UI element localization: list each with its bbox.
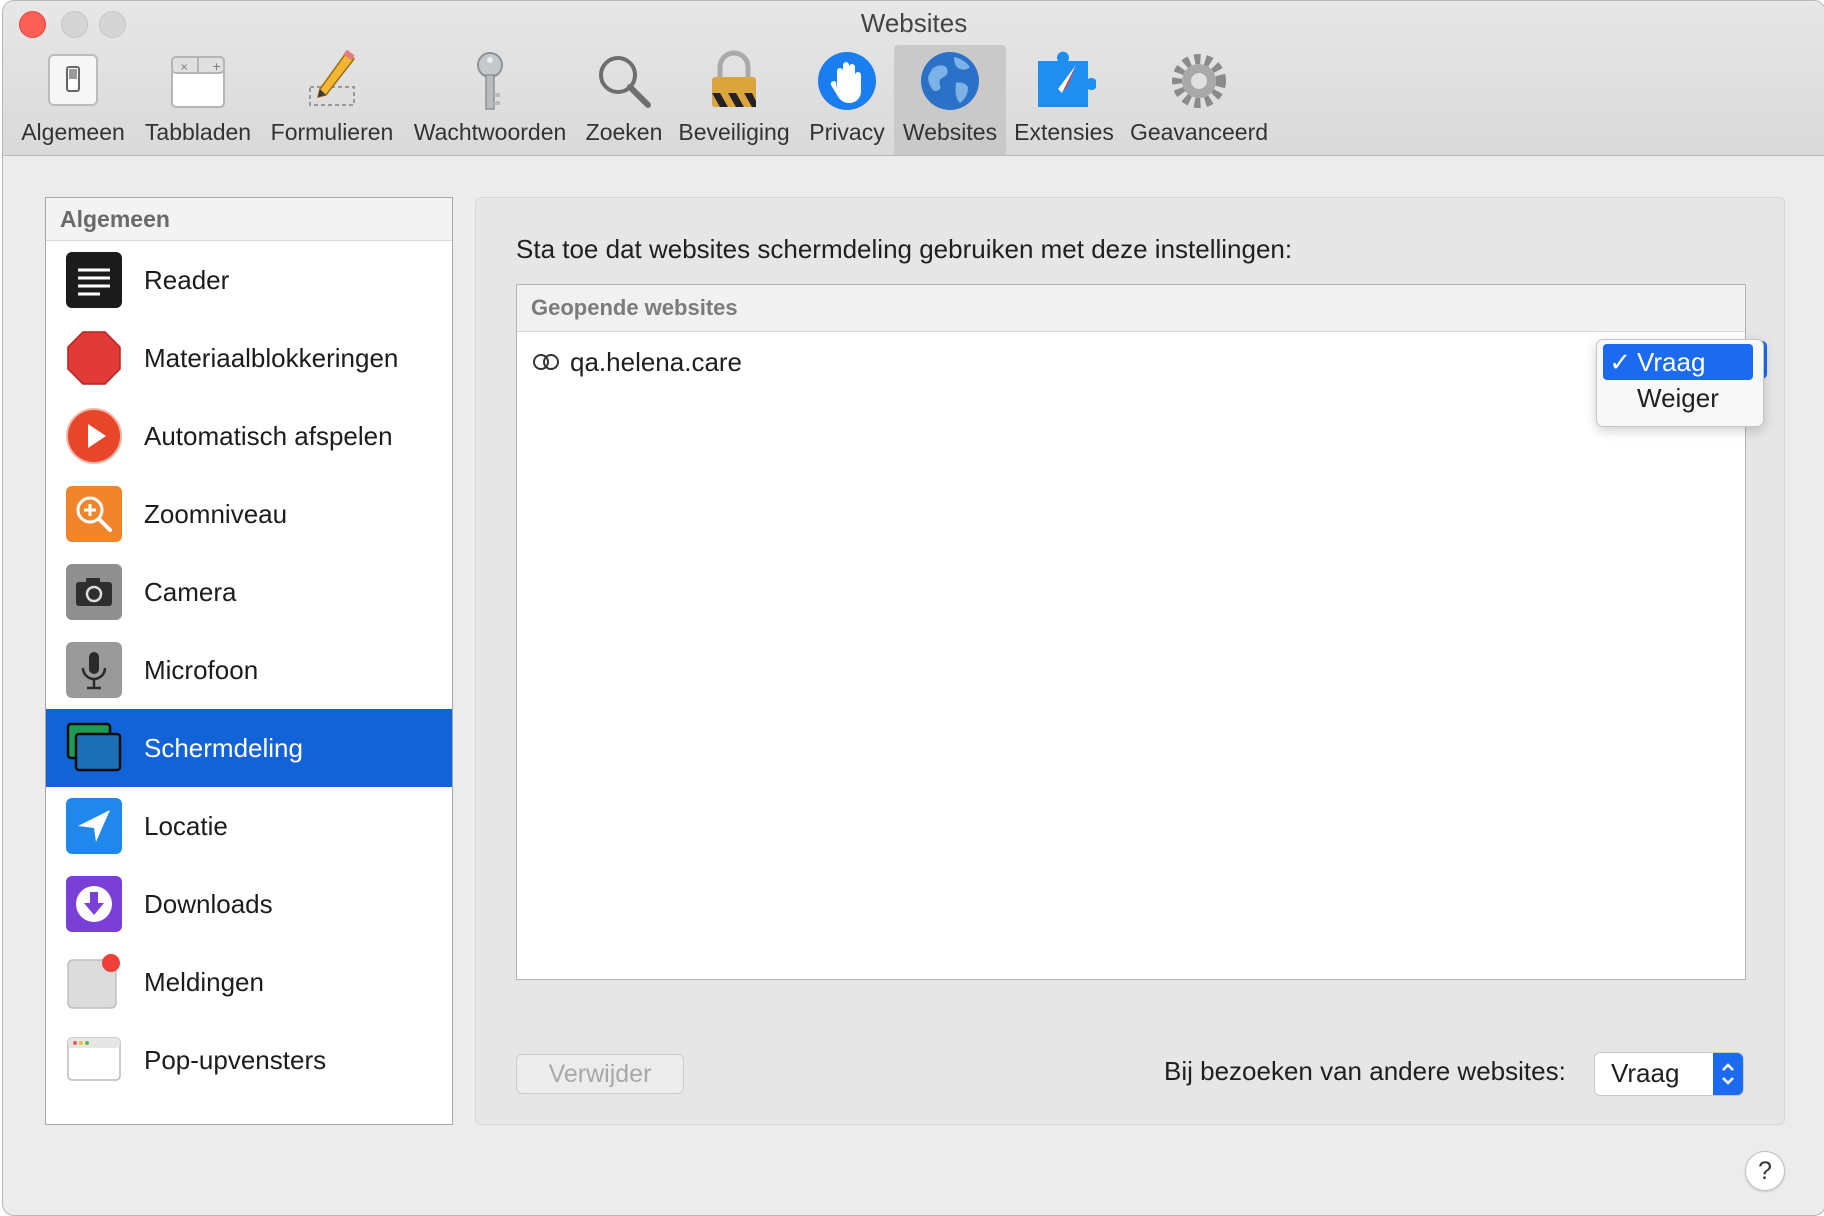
- panel-description: Sta toe dat websites schermdeling gebrui…: [516, 234, 1293, 264]
- reader-icon: [66, 252, 122, 308]
- pencil-icon: [309, 49, 356, 106]
- websites-table: Geopende websites qa.helena.care ✓ Vraag …: [516, 284, 1767, 980]
- sidebar-item-zoomniveau[interactable]: Zoomniveau: [46, 475, 452, 553]
- other-websites-label: Bij bezoeken van andere websites:: [1164, 1056, 1566, 1086]
- toolbar-item-websites[interactable]: Websites: [894, 45, 1006, 155]
- toolbar-item-geavanceerd[interactable]: Geavanceerd: [1123, 45, 1275, 155]
- dropdown-option-weiger[interactable]: Weiger: [1603, 380, 1753, 416]
- sidebar-item-automatisch-afspelen[interactable]: Automatisch afspelen: [46, 397, 452, 475]
- popup-window-icon: [67, 1037, 121, 1081]
- sidebar-item-materiaalblokkeringen[interactable]: Materiaalblokkeringen: [46, 319, 452, 397]
- sidebar-item-label: Locatie: [144, 810, 228, 841]
- toolbar-item-beveiliging[interactable]: Beveiliging: [675, 45, 793, 155]
- sidebar-item-label: Reader: [144, 264, 230, 295]
- sidebar-item-label: Camera: [144, 576, 237, 607]
- toolbar-label: Wachtwoorden: [413, 119, 567, 145]
- toolbar-label: Algemeen: [21, 119, 125, 145]
- gear-icon: [1172, 54, 1226, 108]
- sidebar-item-microfoon[interactable]: Microfoon: [46, 631, 452, 709]
- sidebar-item-label: Pop-upvensters: [144, 1044, 327, 1075]
- screen-sharing-icon: [66, 722, 122, 772]
- puzzle-icon: [1038, 51, 1096, 107]
- sidebar-item-label: Materiaalblokkeringen: [144, 342, 399, 373]
- toolbar-item-wachtwoorden[interactable]: Wachtwoorden: [407, 45, 573, 155]
- chevron-updown-icon: [1713, 1053, 1743, 1095]
- permission-dropdown-menu[interactable]: ✓ Vraag Weiger: [1596, 339, 1764, 427]
- sidebar-item-meldingen[interactable]: Meldingen: [46, 943, 452, 1021]
- location-icon: [66, 798, 122, 854]
- sidebar-item-label: Downloads: [144, 888, 273, 919]
- hand-icon: [818, 52, 876, 110]
- tabs-icon: × +: [171, 56, 225, 108]
- sidebar-item-downloads[interactable]: Downloads: [46, 865, 452, 943]
- remove-button[interactable]: Verwijder: [516, 1054, 684, 1094]
- play-icon: [66, 408, 122, 464]
- sidebar: Algemeen Reader Materiaalblokkeringen Au…: [45, 197, 453, 1125]
- toolbar-item-formulieren[interactable]: Formulieren: [265, 45, 399, 155]
- sidebar-item-locatie[interactable]: Locatie: [46, 787, 452, 865]
- magnifier-icon: [599, 56, 651, 108]
- dropdown-option-label: Weiger: [1637, 383, 1719, 413]
- notifications-icon: [67, 954, 120, 1009]
- toolbar-label: Formulieren: [270, 119, 394, 145]
- screen-sharing-link-icon: [533, 354, 559, 370]
- toolbar-label: Tabbladen: [144, 119, 252, 145]
- dropdown-option-label: Vraag: [1637, 347, 1706, 377]
- switch-icon: [48, 54, 98, 106]
- download-icon: [66, 876, 122, 932]
- sidebar-item-camera[interactable]: Camera: [46, 553, 452, 631]
- sidebar-item-label: Schermdeling: [144, 732, 303, 763]
- toolbar-label: Extensies: [1014, 119, 1114, 145]
- key-icon: [477, 52, 503, 110]
- table-row[interactable]: qa.helena.care: [517, 333, 1745, 393]
- toolbar-label: Privacy: [809, 119, 885, 145]
- settings-panel: Sta toe dat websites schermdeling gebrui…: [475, 197, 1785, 1125]
- toolbar-item-zoeken[interactable]: Zoeken: [581, 45, 667, 155]
- help-button[interactable]: ?: [1745, 1151, 1785, 1191]
- toolbar-item-algemeen[interactable]: Algemeen: [13, 45, 133, 155]
- toolbar-label: Websites: [902, 119, 998, 145]
- toolbar-label: Geavanceerd: [1129, 119, 1269, 145]
- svg-text:+: +: [212, 60, 221, 73]
- microphone-icon: [66, 642, 122, 698]
- toolbar-item-tabbladen[interactable]: × + Tabbladen: [137, 45, 259, 155]
- checkmark-icon: ✓: [1609, 347, 1631, 377]
- toolbar-label: Beveiliging: [678, 119, 790, 145]
- lock-icon: [712, 50, 756, 107]
- camera-icon: [66, 564, 122, 620]
- svg-text:×: ×: [180, 62, 188, 73]
- select-value: Vraag: [1611, 1058, 1680, 1088]
- globe-icon: [921, 52, 979, 110]
- preferences-window: Websites Algemeen × + Tabbladen Formulie…: [2, 0, 1824, 1216]
- toolbar-item-privacy[interactable]: Privacy: [801, 45, 893, 155]
- other-websites-select[interactable]: Vraag: [1594, 1052, 1744, 1096]
- sidebar-item-pop-upvensters[interactable]: Pop-upvensters: [46, 1021, 452, 1099]
- sidebar-item-label: Zoomniveau: [144, 498, 288, 529]
- sidebar-item-label: Microfoon: [144, 654, 259, 685]
- toolbar-label: Zoeken: [585, 119, 663, 145]
- toolbar-item-extensies[interactable]: Extensies: [1009, 45, 1119, 155]
- window-title: Websites: [860, 8, 968, 38]
- stop-sign-icon: [67, 331, 121, 385]
- sidebar-item-label: Meldingen: [144, 966, 264, 997]
- website-domain: qa.helena.care: [570, 347, 743, 377]
- sidebar-item-reader[interactable]: Reader: [46, 241, 452, 319]
- zoom-icon: [66, 486, 122, 542]
- sidebar-header: Algemeen: [46, 198, 452, 241]
- sidebar-item-schermdeling[interactable]: Schermdeling: [46, 709, 452, 787]
- table-header: Geopende websites: [517, 285, 1745, 332]
- sidebar-item-label: Automatisch afspelen: [144, 420, 393, 451]
- dropdown-option-vraag[interactable]: ✓ Vraag: [1603, 344, 1753, 380]
- title-bar: Websites Algemeen × + Tabbladen Formulie…: [3, 1, 1824, 156]
